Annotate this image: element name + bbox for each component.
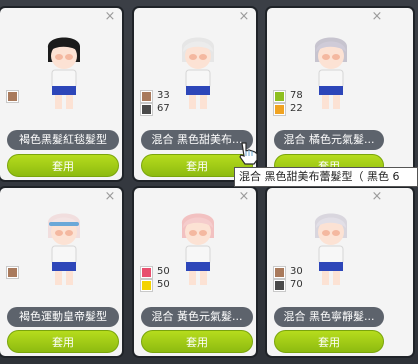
close-icon[interactable]: × <box>104 190 116 203</box>
hair-card-6[interactable]: × 30 70 混合 黑色寧靜髮... 套用 <box>265 186 415 358</box>
apply-button[interactable]: 套用 <box>7 154 119 177</box>
close-icon[interactable]: × <box>371 10 383 23</box>
avatar-preview <box>314 37 348 109</box>
hair-name: 褐色黑髮紅毯髮型 <box>7 130 119 150</box>
hair-name: 混合 黑色寧靜髮... <box>274 307 384 327</box>
hand-cursor-icon <box>239 142 258 165</box>
color-swatches <box>6 265 23 279</box>
avatar-preview <box>47 213 81 285</box>
apply-button[interactable]: 套用 <box>141 330 253 353</box>
color-swatch <box>273 278 286 292</box>
avatar-preview <box>314 213 348 285</box>
color-swatch <box>273 89 286 103</box>
hair-card-1[interactable]: × 褐色黑髮紅毯髮型 套用 <box>0 6 124 182</box>
color-swatches: 30 70 <box>273 265 303 292</box>
hair-card-4[interactable]: × 褐色運動皇帝髮型 套用 <box>0 186 124 358</box>
character-figure <box>314 213 348 285</box>
color-swatch <box>140 278 153 292</box>
character-figure <box>314 37 348 109</box>
hair-name: 混合 黃色元氣髮... <box>141 307 253 327</box>
apply-button[interactable]: 套用 <box>7 330 119 353</box>
apply-button[interactable]: 套用 <box>274 330 384 353</box>
color-swatches: 50 50 <box>140 265 170 292</box>
color-swatches: 78 22 <box>273 89 303 116</box>
color-swatch <box>140 89 153 103</box>
character-figure <box>47 37 81 109</box>
close-icon[interactable]: × <box>238 190 250 203</box>
color-swatches: 33 67 <box>140 89 170 116</box>
character-figure <box>181 37 215 109</box>
color-swatch <box>6 265 19 279</box>
character-figure <box>181 213 215 285</box>
character-figure <box>47 213 81 285</box>
hair-gallery: × 褐色黑髮紅毯髮型 套用 × 33 67 混合 黑色甜美布... 套用 × 7… <box>0 0 418 364</box>
hair-name: 混合 橘色元氣髮... <box>274 130 384 150</box>
color-swatch <box>140 265 153 279</box>
hair-name: 褐色運動皇帝髮型 <box>7 307 119 327</box>
close-icon[interactable]: × <box>371 190 383 203</box>
color-swatch <box>273 265 286 279</box>
hair-card-5[interactable]: × 50 50 混合 黃色元氣髮... 套用 <box>132 186 258 358</box>
color-swatch <box>273 102 286 116</box>
hair-card-3[interactable]: × 78 22 混合 橘色元氣髮... 套用 <box>265 6 415 182</box>
color-swatches <box>6 89 23 103</box>
close-icon[interactable]: × <box>104 10 116 23</box>
tooltip: 混合 黑色甜美布蕾髮型（ 黑色 6 <box>234 167 418 187</box>
avatar-preview <box>47 37 81 109</box>
color-swatch <box>6 89 19 103</box>
color-swatch <box>140 102 153 116</box>
avatar-preview <box>181 213 215 285</box>
avatar-preview <box>181 37 215 109</box>
close-icon[interactable]: × <box>238 10 250 23</box>
